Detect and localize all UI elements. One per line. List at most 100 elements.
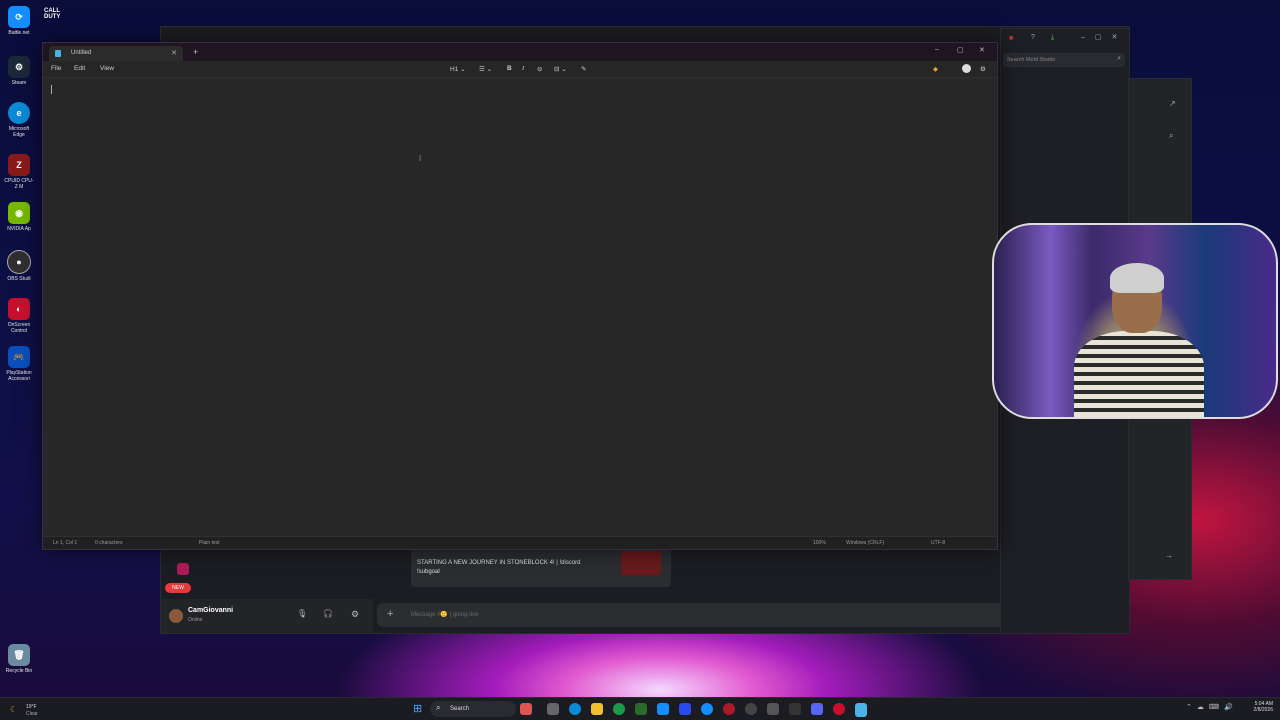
- microphone-icon[interactable]: 🎙: [297, 609, 307, 618]
- mail-icon[interactable]: [679, 703, 691, 715]
- encoding[interactable]: UTF-8: [931, 540, 945, 546]
- maximize-icon[interactable]: ▢: [957, 46, 964, 54]
- clear-formatting-button[interactable]: ✎: [581, 65, 586, 73]
- chrome-icon[interactable]: [613, 703, 625, 715]
- search-label: Search: [450, 706, 470, 712]
- widgets-icon[interactable]: [520, 703, 532, 715]
- heading-label: H1: [450, 66, 459, 73]
- menu-edit[interactable]: Edit: [74, 65, 85, 72]
- new-tab-button[interactable]: +: [193, 47, 198, 57]
- outlook-icon[interactable]: [657, 703, 669, 715]
- add-attachment-icon[interactable]: +: [387, 608, 393, 620]
- tab-close-icon[interactable]: ✕: [171, 49, 177, 57]
- obs-desktop-icon[interactable]: ● OBS Studi: [4, 250, 34, 282]
- battlenet-desktop-icon[interactable]: ⟳ Battle.net: [4, 6, 34, 36]
- account-icon[interactable]: [962, 64, 971, 73]
- download-icon[interactable]: ⤓: [1051, 34, 1054, 42]
- notepad-app-icon: [55, 50, 61, 57]
- edge-icon: e: [8, 102, 30, 124]
- settings-taskbar-icon[interactable]: [767, 703, 779, 715]
- headphones-icon[interactable]: 🎧: [323, 609, 333, 618]
- notepad-statusbar: Ln 1, Col 1 0 characters Plain text 100%…: [43, 536, 997, 549]
- taskbar-search[interactable]: ⌕ Search: [430, 701, 516, 717]
- moon-icon: ☾: [10, 705, 18, 714]
- chevron-down-icon: ⌄: [561, 66, 567, 73]
- zoom-level[interactable]: 100%: [813, 540, 826, 546]
- minimize-icon[interactable]: –: [935, 46, 939, 53]
- settings-gear-icon[interactable]: ⚙: [351, 609, 359, 620]
- app-icon[interactable]: [635, 703, 647, 715]
- file-explorer-icon[interactable]: [591, 703, 603, 715]
- battlenet-icon: ⟳: [8, 6, 30, 28]
- task-view-icon[interactable]: [547, 703, 559, 715]
- edge-desktop-icon[interactable]: e Microsoft Edge: [4, 102, 34, 138]
- heading-dropdown[interactable]: H1 ⌄: [450, 65, 466, 73]
- italic-button[interactable]: I: [522, 65, 524, 72]
- nvidia-desktop-icon[interactable]: ◉ NVIDIA Ap: [4, 202, 34, 232]
- notepad-titlebar: Untitled ✕ + – ▢ ✕: [43, 43, 997, 61]
- avatar[interactable]: [169, 609, 183, 623]
- clock[interactable]: 5:04 AM 2/8/2026: [1245, 701, 1273, 713]
- meld-search-input[interactable]: Search Meld Studio ⌕: [1003, 53, 1125, 67]
- embed-text: STARTING A NEW JOURNEY IN STONEBLOCK 4! …: [417, 560, 581, 575]
- onscreen-control-desktop-icon[interactable]: ◐ OnScreen Control: [4, 298, 34, 334]
- call-of-duty-icon[interactable]: CALL DUTY: [44, 8, 70, 20]
- tab-untitled[interactable]: Untitled ✕: [49, 46, 183, 61]
- close-icon[interactable]: ✕: [979, 46, 985, 54]
- discord-taskbar-icon[interactable]: [811, 703, 823, 715]
- meld-window-controls[interactable]: –▢✕: [1081, 33, 1127, 41]
- cpuz-icon: Z: [8, 154, 30, 176]
- help-icon[interactable]: ?: [1031, 34, 1035, 41]
- new-badge: NEW: [165, 583, 191, 593]
- copilot-icon[interactable]: ◆: [933, 65, 938, 73]
- webcam-overlay: [992, 223, 1278, 419]
- format-label[interactable]: Plain text: [199, 540, 220, 546]
- obs-icon: ●: [7, 250, 31, 274]
- link-button[interactable]: ⊖: [537, 65, 542, 73]
- search-icon[interactable]: ⌕: [1117, 55, 1121, 63]
- send-arrow-icon[interactable]: →: [1165, 551, 1173, 560]
- weather-temp: 19°F: [26, 704, 37, 710]
- username: CamGiovanni: [188, 607, 234, 614]
- webcam-person-beanie: [1110, 263, 1164, 293]
- steam-desktop-icon[interactable]: ⚙ Steam: [4, 56, 34, 86]
- edge-taskbar-icon[interactable]: [569, 703, 581, 715]
- open-external-icon[interactable]: ↗: [1169, 99, 1176, 108]
- steam-taskbar-icon[interactable]: [745, 703, 757, 715]
- start-button-icon[interactable]: ⊞: [413, 702, 422, 715]
- message-placeholder: Message #🙂 | going-live: [411, 612, 479, 618]
- list-dropdown[interactable]: ☰ ⌄: [479, 65, 492, 73]
- embed-thumbnail: [621, 551, 661, 575]
- character-count: 0 characters: [95, 540, 123, 546]
- playstation-icon: 🎮: [8, 346, 30, 368]
- text-editor[interactable]: I: [43, 78, 997, 537]
- weather-widget[interactable]: ☾ 19°F Clear: [8, 702, 48, 718]
- nvidia-icon: ◉: [8, 202, 30, 224]
- line-ending[interactable]: Windows (CRLF): [846, 540, 884, 546]
- weather-desc: Clear: [26, 711, 38, 717]
- playstation-accessories-desktop-icon[interactable]: 🎮 PlayStation Accessori: [4, 346, 34, 382]
- user-status: Online: [188, 617, 203, 623]
- settings-icon[interactable]: ⚙: [980, 65, 986, 73]
- user-panel: CamGiovanni Online 🎙 🎧 ⚙: [161, 599, 373, 633]
- record-icon[interactable]: [723, 703, 735, 715]
- terminal-icon[interactable]: [789, 703, 801, 715]
- search-icon-secondary[interactable]: ⌕: [1169, 131, 1173, 141]
- notepad-window: Untitled ✕ + – ▢ ✕ File Edit View H1 ⌄ ☰…: [42, 42, 998, 550]
- table-dropdown[interactable]: ⊟ ⌄: [554, 65, 567, 73]
- meld-taskbar-icon[interactable]: [833, 703, 845, 715]
- cursor-position: Ln 1, Col 1: [53, 540, 78, 546]
- menu-file[interactable]: File: [51, 65, 61, 72]
- search-icon: ⌕: [436, 703, 441, 712]
- battlenet-taskbar-icon[interactable]: [701, 703, 713, 715]
- cpuz-desktop-icon[interactable]: Z CPUID CPU-Z M: [4, 154, 34, 190]
- menu-view[interactable]: View: [100, 65, 114, 72]
- text-cursor: [51, 85, 52, 94]
- chevron-down-icon: ⌄: [486, 66, 493, 73]
- bold-button[interactable]: B: [507, 65, 512, 72]
- meld-logo-icon: ■: [1009, 35, 1014, 42]
- server-icon[interactable]: [177, 563, 189, 575]
- recycle-bin-desktop-icon[interactable]: 🗑 Recycle Bin: [4, 644, 34, 674]
- notepad-taskbar-icon[interactable]: [855, 703, 867, 717]
- system-tray-icons[interactable]: ⌃☁⌨🔊: [1186, 703, 1238, 711]
